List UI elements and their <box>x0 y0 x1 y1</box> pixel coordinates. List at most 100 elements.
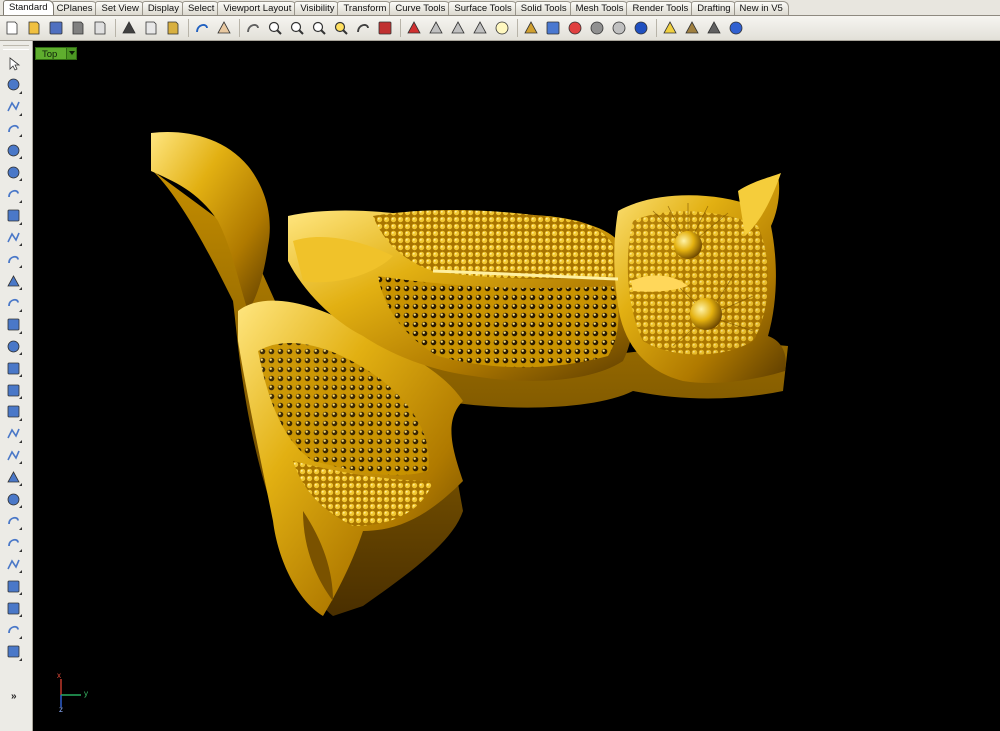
flyout-indicator-icon <box>19 614 22 617</box>
points-on-icon[interactable] <box>2 489 24 509</box>
zoom-selected-icon[interactable] <box>331 18 351 38</box>
circle-icon[interactable] <box>2 140 24 160</box>
surface-edge-icon[interactable] <box>2 271 24 291</box>
mesh-tools-icon[interactable] <box>2 402 24 422</box>
rotate-view-icon[interactable] <box>243 18 263 38</box>
tab-viewport-layout[interactable]: Viewport Layout <box>217 1 298 15</box>
flyout-indicator-icon <box>19 483 22 487</box>
toolbar-separator <box>239 19 240 37</box>
top-viewport[interactable]: Top x y z <box>33 41 1000 731</box>
text-object-icon[interactable] <box>2 554 24 574</box>
point-icon[interactable] <box>2 75 24 95</box>
flyout-indicator-icon <box>19 330 22 334</box>
flyout-indicator-icon <box>19 417 22 421</box>
extrude-icon[interactable] <box>2 380 24 400</box>
tab-curve-tools[interactable]: Curve Tools <box>389 1 452 15</box>
zoom-extents-icon[interactable] <box>309 18 329 38</box>
toolbar-separator <box>188 19 189 37</box>
zoom-window-icon[interactable] <box>287 18 307 38</box>
flyout-indicator-icon <box>19 657 22 661</box>
curve-icon[interactable] <box>2 118 24 138</box>
osnap-icon[interactable] <box>704 18 724 38</box>
car-camera-icon[interactable] <box>404 18 424 38</box>
flyout-indicator-icon <box>19 635 22 639</box>
layer-icon[interactable] <box>543 18 563 38</box>
render-box-icon[interactable] <box>2 642 24 662</box>
tab-mesh-tools[interactable]: Mesh Tools <box>569 1 630 15</box>
tab-visibility[interactable]: Visibility <box>294 1 341 15</box>
flyout-indicator-icon <box>19 352 22 356</box>
light-bulb-icon[interactable] <box>492 18 512 38</box>
transform-yellow-icon[interactable] <box>2 424 24 444</box>
paste-icon[interactable] <box>163 18 183 38</box>
analyze-icon[interactable] <box>448 18 468 38</box>
environment-sphere-icon[interactable] <box>631 18 651 38</box>
polygon-icon[interactable] <box>2 227 24 247</box>
open-icon[interactable] <box>24 18 44 38</box>
select-arrow-icon[interactable] <box>2 53 24 73</box>
tab-new-in-v5[interactable]: New in V5 <box>733 1 789 15</box>
ghosted-display-icon[interactable] <box>426 18 446 38</box>
flyout-indicator-icon <box>19 570 22 574</box>
flyout-indicator-icon <box>19 308 22 312</box>
curve-from-object-icon[interactable] <box>2 533 24 553</box>
polyline-icon[interactable] <box>2 97 24 117</box>
owl-pendant-model[interactable] <box>33 41 1000 731</box>
toolbar-separator <box>115 19 116 37</box>
cylinder-solid-icon[interactable] <box>2 358 24 378</box>
options-gear-icon[interactable] <box>682 18 702 38</box>
lock-icon[interactable] <box>521 18 541 38</box>
flyout-indicator-icon <box>19 156 22 160</box>
new-icon[interactable] <box>2 18 22 38</box>
array-icon[interactable] <box>2 576 24 596</box>
toolbar-separator <box>656 19 657 37</box>
color-wheel-icon[interactable] <box>565 18 585 38</box>
dimension-icon[interactable] <box>2 445 24 465</box>
tab-display[interactable]: Display <box>141 1 185 15</box>
tab-cplanes[interactable]: CPlanes <box>50 1 99 15</box>
arc-icon[interactable] <box>2 184 24 204</box>
world-axes-icon: x y z <box>51 671 111 721</box>
ribbon-icon[interactable] <box>660 18 680 38</box>
flyout-indicator-icon <box>19 265 22 269</box>
save-icon[interactable] <box>46 18 66 38</box>
axis-y-label: y <box>84 689 88 698</box>
ellipse-icon[interactable] <box>2 162 24 182</box>
sidebar-more-chevron[interactable]: » <box>11 691 17 702</box>
tab-surface-tools[interactable]: Surface Tools <box>448 1 518 15</box>
four-viewports-icon[interactable] <box>375 18 395 38</box>
sidebar-grip[interactable] <box>3 45 29 50</box>
import-icon[interactable] <box>90 18 110 38</box>
copy-icon[interactable] <box>141 18 161 38</box>
render-preview-icon[interactable] <box>470 18 490 38</box>
tab-transform[interactable]: Transform <box>337 1 393 15</box>
tab-select[interactable]: Select <box>181 1 221 15</box>
undo-view-icon[interactable] <box>353 18 373 38</box>
analyze-direction-icon[interactable] <box>2 620 24 640</box>
render-sphere-icon[interactable] <box>587 18 607 38</box>
material-sphere-icon[interactable] <box>609 18 629 38</box>
tab-solid-tools[interactable]: Solid Tools <box>514 1 573 15</box>
tab-drafting[interactable]: Drafting <box>691 1 737 15</box>
rotate-icon[interactable] <box>2 511 24 531</box>
rectangle-icon[interactable] <box>2 206 24 226</box>
model-eye-upper <box>674 231 702 259</box>
print-icon[interactable] <box>68 18 88 38</box>
sweep-icon[interactable] <box>2 293 24 313</box>
fillet-icon[interactable] <box>2 249 24 269</box>
pan-hand-icon[interactable] <box>214 18 234 38</box>
box-solid-icon[interactable] <box>2 315 24 335</box>
boolean-icon[interactable] <box>2 467 24 487</box>
undo-icon[interactable] <box>192 18 212 38</box>
cut-icon[interactable] <box>119 18 139 38</box>
toolbar-separator <box>400 19 401 37</box>
sphere-solid-icon[interactable] <box>2 336 24 356</box>
zoom-icon[interactable] <box>265 18 285 38</box>
help-icon[interactable] <box>726 18 746 38</box>
grid-array-icon[interactable] <box>2 598 24 618</box>
flyout-indicator-icon <box>19 592 22 596</box>
tab-render-tools[interactable]: Render Tools <box>626 1 695 15</box>
tab-standard[interactable]: Standard <box>3 0 54 15</box>
toolbar-separator <box>517 19 518 37</box>
tab-set-view[interactable]: Set View <box>95 1 145 15</box>
